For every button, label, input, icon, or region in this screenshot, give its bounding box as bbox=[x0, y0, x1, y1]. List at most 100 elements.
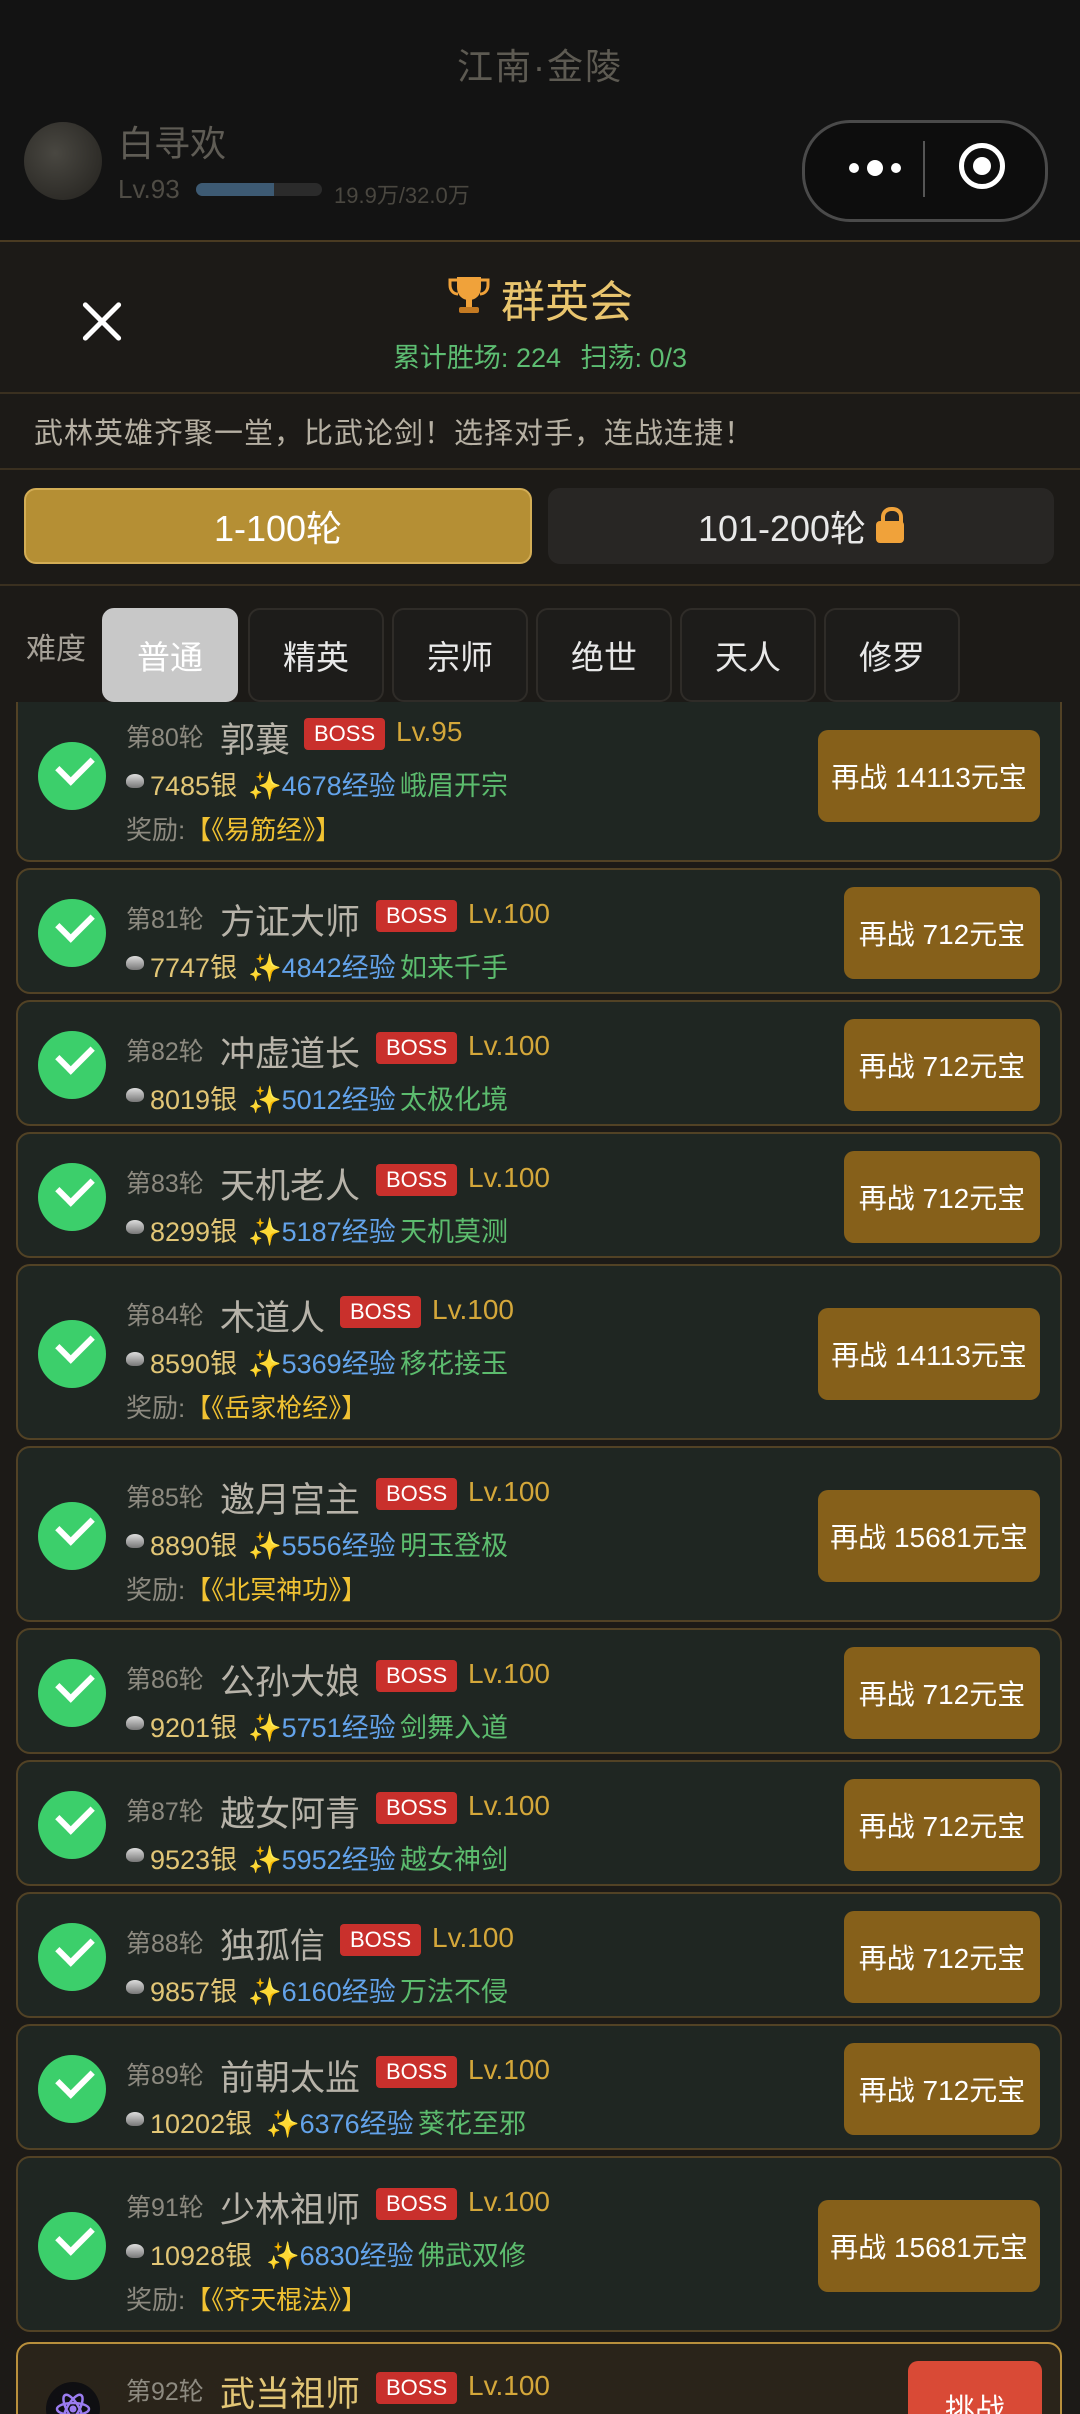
tab-rounds-101-200[interactable]: 101-200轮 bbox=[548, 488, 1054, 564]
boss-badge: BOSS bbox=[304, 718, 386, 750]
difficulty-elite[interactable]: 精英 bbox=[248, 608, 384, 702]
silver-icon bbox=[126, 1352, 144, 1366]
reward-label: 奖励: bbox=[126, 815, 186, 845]
rebattle-button[interactable]: 再战 15681元宝 bbox=[818, 2200, 1040, 2292]
miniprogram-capsule bbox=[802, 120, 1048, 222]
completed-check-icon bbox=[38, 2055, 106, 2123]
rebattle-button[interactable]: 再战 712元宝 bbox=[844, 1151, 1040, 1243]
boss-badge: BOSS bbox=[376, 1792, 458, 1824]
opponent-name: 少林祖师 bbox=[220, 2191, 361, 2230]
opponent-level: Lv.100 bbox=[432, 1922, 514, 1953]
round-card: 第84轮 木道人 BOSS Lv.100 8590银 ✨5369经验 移花接玉 奖励:【《岳家… bbox=[16, 1264, 1062, 1440]
completed-check-icon bbox=[38, 1659, 106, 1727]
silver-reward: 8299银 bbox=[150, 1217, 238, 1247]
round-list[interactable]: 第80轮 郭襄 BOSS Lv.95 7485银 ✨4678经验 峨眉开宗 奖励:【《易筋经》… bbox=[0, 702, 1080, 2414]
opponent-name: 独孤信 bbox=[220, 1927, 326, 1966]
difficulty-peerless[interactable]: 绝世 bbox=[536, 608, 672, 702]
opponent-level: Lv.100 bbox=[468, 898, 550, 929]
tab-rounds-1-100[interactable]: 1-100轮 bbox=[24, 488, 532, 564]
tab-label: 1-100轮 bbox=[213, 508, 343, 549]
reward-item: 【《齐天棍法》】 bbox=[185, 2285, 368, 2315]
opponent-skill: 葵花至邪 bbox=[418, 2109, 526, 2139]
opponent-name: 郭襄 bbox=[220, 721, 291, 760]
round-number: 第87轮 bbox=[126, 1798, 204, 1826]
exp-reward: ✨4678经验 bbox=[248, 764, 396, 803]
exp-reward: ✨5187经验 bbox=[248, 1210, 396, 1249]
silver-icon bbox=[126, 1220, 144, 1234]
exp-reward: ✨6160经验 bbox=[248, 1970, 396, 2009]
page-header: 江南·金陵 白寻欢 Lv.93 19.9万/32.0万 bbox=[0, 0, 1080, 240]
silver-icon bbox=[126, 1534, 144, 1548]
more-menu-icon[interactable] bbox=[835, 148, 915, 188]
sparkle-icon: ✨ bbox=[248, 953, 282, 983]
rebattle-button[interactable]: 再战 712元宝 bbox=[844, 887, 1040, 979]
completed-check-icon bbox=[38, 1502, 106, 1570]
panel-title: 群英会 bbox=[0, 266, 1080, 330]
trophy-icon bbox=[447, 273, 491, 328]
exp-text: 19.9万/32.0万 bbox=[334, 183, 470, 208]
round-number: 第81轮 bbox=[126, 906, 204, 934]
exp-value: 5751经验 bbox=[281, 1713, 396, 1743]
silver-reward: 10928银 bbox=[150, 2241, 253, 2271]
lock-icon bbox=[876, 507, 905, 543]
reward-item: 【《易筋经》】 bbox=[185, 815, 342, 845]
opponent-level: Lv.100 bbox=[468, 1162, 550, 1193]
boss-badge: BOSS bbox=[340, 1924, 422, 1956]
atom-icon bbox=[46, 2382, 100, 2414]
close-miniprogram-icon[interactable] bbox=[959, 143, 1005, 189]
rebattle-button[interactable]: 再战 712元宝 bbox=[844, 1911, 1040, 2003]
reward-item: 【《岳家枪经》】 bbox=[185, 1393, 368, 1423]
player-level: Lv.93 bbox=[118, 174, 180, 204]
boss-badge: BOSS bbox=[376, 1660, 458, 1692]
opponent-name: 方证大师 bbox=[220, 903, 361, 942]
boss-badge: BOSS bbox=[376, 2372, 458, 2404]
rebattle-button[interactable]: 再战 712元宝 bbox=[844, 1019, 1040, 1111]
avatar[interactable] bbox=[24, 122, 102, 200]
sparkle-icon: ✨ bbox=[248, 1977, 282, 2007]
silver-icon bbox=[126, 956, 144, 970]
round-card: 第82轮 冲虚道长 BOSS Lv.100 8019银 ✨5012经验 太极化境 再战 712… bbox=[16, 1000, 1062, 1126]
silver-icon bbox=[126, 2244, 144, 2258]
difficulty-master[interactable]: 宗师 bbox=[392, 608, 528, 702]
opponent-skill: 万法不侵 bbox=[400, 1977, 508, 2007]
opponent-name: 木道人 bbox=[220, 1299, 326, 1338]
completed-check-icon bbox=[38, 1320, 106, 1388]
boss-badge: BOSS bbox=[376, 1478, 458, 1510]
rebattle-button[interactable]: 再战 712元宝 bbox=[844, 2043, 1040, 2135]
tournament-panel: 群英会 累计胜场: 224 扫荡: 0/3 武林英雄齐聚一堂，比武论剑！选择对手… bbox=[0, 240, 1080, 2414]
round-number: 第80轮 bbox=[126, 724, 204, 752]
rebattle-button[interactable]: 再战 14113元宝 bbox=[818, 730, 1040, 822]
silver-reward: 10202银 bbox=[150, 2109, 253, 2139]
exp-value: 5187经验 bbox=[281, 1217, 396, 1247]
round-number: 第85轮 bbox=[126, 1484, 204, 1512]
completed-check-icon bbox=[38, 899, 106, 967]
rebattle-button[interactable]: 再战 15681元宝 bbox=[818, 1490, 1040, 1582]
silver-reward: 7485银 bbox=[150, 771, 238, 801]
reward-line: 奖励:【《齐天棍法》】 bbox=[126, 2280, 367, 2317]
difficulty-heavenly[interactable]: 天人 bbox=[680, 608, 816, 702]
opponent-name: 武当祖师 bbox=[220, 2375, 361, 2414]
round-number: 第92轮 bbox=[126, 2378, 204, 2406]
round-number: 第86轮 bbox=[126, 1666, 204, 1694]
opponent-level: Lv.100 bbox=[468, 2370, 550, 2401]
exp-value: 5952经验 bbox=[281, 1845, 396, 1875]
boss-badge: BOSS bbox=[376, 1164, 458, 1196]
difficulty-asura[interactable]: 修罗 bbox=[824, 608, 960, 702]
rebattle-button[interactable]: 再战 712元宝 bbox=[844, 1779, 1040, 1871]
opponent-name: 公孙大娘 bbox=[220, 1663, 361, 1702]
completed-check-icon bbox=[38, 742, 106, 810]
difficulty-normal[interactable]: 普通 bbox=[102, 608, 238, 702]
rebattle-button[interactable]: 再战 14113元宝 bbox=[818, 1308, 1040, 1400]
exp-value: 6830经验 bbox=[299, 2241, 414, 2271]
opponent-level: Lv.100 bbox=[468, 1658, 550, 1689]
silver-icon bbox=[126, 1980, 144, 1994]
opponent-skill: 峨眉开宗 bbox=[400, 771, 508, 801]
challenge-button[interactable]: 挑战 bbox=[908, 2361, 1042, 2414]
sparkle-icon: ✨ bbox=[248, 1217, 282, 1247]
rebattle-button[interactable]: 再战 712元宝 bbox=[844, 1647, 1040, 1739]
opponent-name: 前朝太监 bbox=[220, 2059, 361, 2098]
reward-label: 奖励: bbox=[126, 1575, 186, 1605]
exp-value: 5369经验 bbox=[281, 1349, 396, 1379]
opponent-skill: 移花接玉 bbox=[400, 1349, 508, 1379]
location-title: 江南·金陵 bbox=[457, 46, 623, 87]
